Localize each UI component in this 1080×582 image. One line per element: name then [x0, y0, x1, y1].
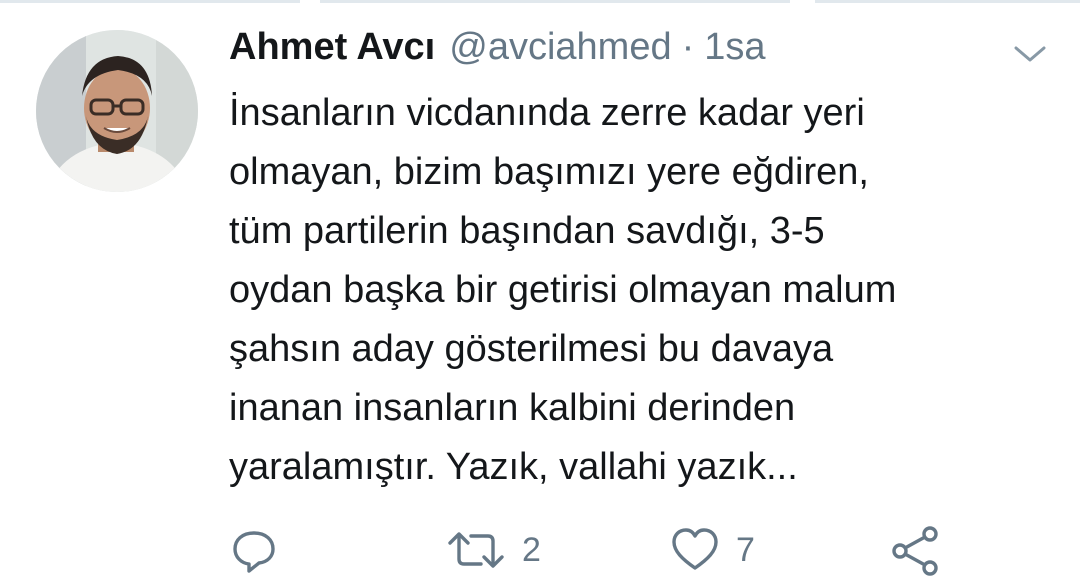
heart-icon: [672, 528, 718, 570]
like-button[interactable]: 7: [670, 520, 755, 580]
share-button[interactable]: [890, 520, 942, 580]
author-name[interactable]: Ahmet Avcı: [229, 26, 435, 69]
reply-button[interactable]: [230, 520, 278, 580]
reply-icon: [233, 531, 275, 573]
author-handle[interactable]: @avciahmed: [449, 26, 671, 69]
retweet-icon: [448, 532, 504, 568]
tweet-text-line: inanan insanların kalbini derinden: [229, 387, 796, 429]
tweet-text-line: İnsanların vicdanında zerre kadar yeri: [229, 92, 865, 134]
share-icon: [892, 526, 938, 576]
tweet-text-line: oydan başka bir getirisi olmayan malum: [229, 269, 897, 311]
tweet-text-line: olmayan, bizim başımızı yere eğdiren,: [229, 151, 869, 193]
divider-segment: [320, 0, 790, 3]
header-separator: ·: [681, 26, 695, 68]
chevron-down-icon: [1014, 46, 1046, 62]
tweet-text-line: şahsın aday gösterilmesi bu davaya: [229, 328, 834, 370]
avatar-image: [36, 30, 198, 192]
top-divider: [0, 0, 1080, 3]
tweet-text-line: tüm partilerin başından savdığı, 3-5: [229, 210, 825, 252]
tweet-time[interactable]: 1sa: [704, 26, 765, 69]
tweet-menu-button[interactable]: [1010, 40, 1050, 68]
divider-segment: [815, 0, 1080, 3]
tweet-header: Ahmet Avcı @avciahmed · 1sa: [229, 26, 766, 74]
avatar[interactable]: [36, 30, 198, 192]
divider-segment: [0, 0, 300, 3]
tweet-text-line: yaralamıştır. Yazık, vallahi yazık...: [229, 446, 798, 488]
retweet-button[interactable]: 2: [446, 520, 541, 580]
tweet-actions: 2 7: [0, 520, 1080, 580]
tweet-text: İnsanların vicdanında zerre kadar yeri o…: [229, 84, 1049, 497]
like-count: 7: [736, 530, 755, 569]
retweet-count: 2: [522, 530, 541, 569]
